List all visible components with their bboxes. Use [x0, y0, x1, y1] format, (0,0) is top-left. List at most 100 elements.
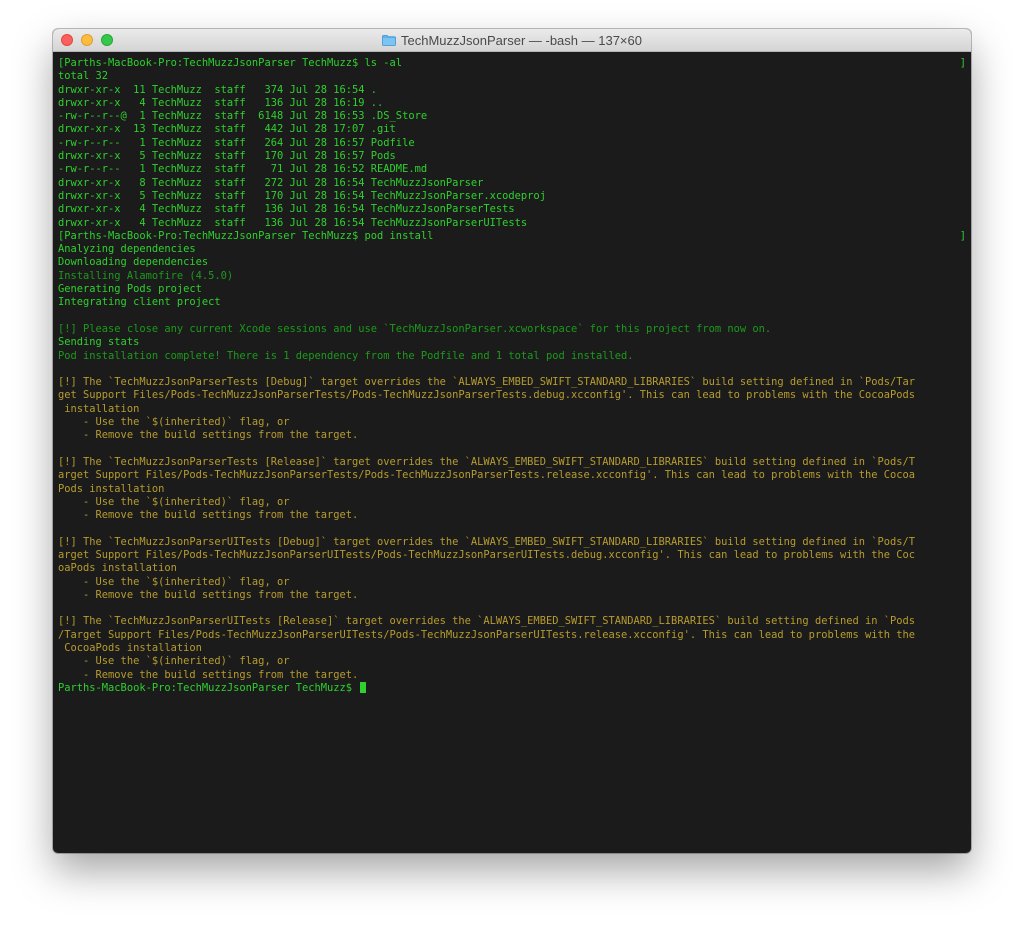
- terminal-line: installation: [58, 403, 966, 416]
- terminal-line-text: drwxr-xr-x 13 TechMuzz staff 442 Jul 28 …: [58, 123, 396, 136]
- terminal-line: Analyzing dependencies: [58, 243, 966, 256]
- terminal-line: [!] The `TechMuzzJsonParserTests [Releas…: [58, 456, 966, 469]
- line-marker: ]: [959, 57, 966, 69]
- terminal-line: drwxr-xr-x 11 TechMuzz staff 374 Jul 28 …: [58, 84, 966, 97]
- terminal-line-text: drwxr-xr-x 5 TechMuzz staff 170 Jul 28 1…: [58, 150, 396, 163]
- terminal-line-text: installation: [58, 402, 140, 415]
- terminal-line-text: [!] The `TechMuzzJsonParserUITests [Debu…: [58, 535, 916, 548]
- terminal-line: Parths-MacBook-Pro:TechMuzzJsonParser Te…: [58, 681, 966, 695]
- terminal-line-text: - Remove the build settings from the tar…: [58, 509, 359, 522]
- terminal-line: [!] Please close any current Xcode sessi…: [58, 323, 966, 336]
- terminal-line-text: -rw-r--r-- 1 TechMuzz staff 71 Jul 28 16…: [58, 163, 428, 176]
- terminal-line-text: drwxr-xr-x 4 TechMuzz staff 136 Jul 28 1…: [58, 216, 528, 229]
- terminal-line-text: oaPods installation: [58, 562, 177, 575]
- terminal-line: get Support Files/Pods-TechMuzzJsonParse…: [58, 389, 966, 402]
- terminal-line-text: - Use the `$(inherited)` flag, or: [58, 495, 290, 508]
- terminal-line: drwxr-xr-x 4 TechMuzz staff 136 Jul 28 1…: [58, 217, 966, 230]
- terminal-line-text: - Use the `$(inherited)` flag, or: [58, 575, 290, 588]
- terminal-line: -rw-r--r--@ 1 TechMuzz staff 6148 Jul 28…: [58, 110, 966, 123]
- terminal-line: Pod installation complete! There is 1 de…: [58, 350, 966, 363]
- terminal-line: [!] The `TechMuzzJsonParserTests [Debug]…: [58, 376, 966, 389]
- terminal-line: /Target Support Files/Pods-TechMuzzJsonP…: [58, 629, 966, 642]
- terminal-line: total 32: [58, 70, 966, 83]
- terminal-line-text: Parths-MacBook-Pro:TechMuzzJsonParser Te…: [58, 681, 359, 694]
- terminal-line: -rw-r--r-- 1 TechMuzz staff 71 Jul 28 16…: [58, 163, 966, 176]
- terminal-line: - Remove the build settings from the tar…: [58, 429, 966, 442]
- terminal-line-text: Analyzing dependencies: [58, 243, 196, 256]
- terminal-line: [!] The `TechMuzzJsonParserUITests [Debu…: [58, 536, 966, 549]
- terminal-line-text: - Remove the build settings from the tar…: [58, 588, 359, 601]
- terminal-line-text: Pod installation complete! There is 1 de…: [58, 349, 634, 362]
- terminal-line-text: drwxr-xr-x 11 TechMuzz staff 374 Jul 28 …: [58, 83, 378, 96]
- terminal-line: -rw-r--r-- 1 TechMuzz staff 264 Jul 28 1…: [58, 137, 966, 150]
- terminal-line: arget Support Files/Pods-TechMuzzJsonPar…: [58, 549, 966, 562]
- terminal-line-text: - Remove the build settings from the tar…: [58, 429, 359, 442]
- terminal-line: - Remove the build settings from the tar…: [58, 669, 966, 682]
- terminal-line: Installing Alamofire (4.5.0): [58, 270, 966, 283]
- terminal-line: drwxr-xr-x 5 TechMuzz staff 170 Jul 28 1…: [58, 150, 966, 163]
- terminal-line: arget Support Files/Pods-TechMuzzJsonPar…: [58, 469, 966, 482]
- terminal-line: drwxr-xr-x 8 TechMuzz staff 272 Jul 28 1…: [58, 177, 966, 190]
- terminal-line-text: -rw-r--r--@ 1 TechMuzz staff 6148 Jul 28…: [58, 110, 428, 123]
- terminal-line: - Remove the build settings from the tar…: [58, 509, 966, 522]
- terminal-line-text: drwxr-xr-x 4 TechMuzz staff 136 Jul 28 1…: [58, 203, 515, 216]
- terminal-line-text: drwxr-xr-x 5 TechMuzz staff 170 Jul 28 1…: [58, 189, 546, 202]
- terminal-line: drwxr-xr-x 13 TechMuzz staff 442 Jul 28 …: [58, 123, 966, 136]
- terminal-line: CocoaPods installation: [58, 642, 966, 655]
- terminal-line-text: Integrating client project: [58, 296, 221, 309]
- terminal-line: drwxr-xr-x 4 TechMuzz staff 136 Jul 28 1…: [58, 203, 966, 216]
- title-bar[interactable]: TechMuzzJsonParser — -bash — 137×60: [53, 29, 971, 52]
- line-marker: ]: [959, 229, 966, 242]
- terminal-line-text: arget Support Files/Pods-TechMuzzJsonPar…: [58, 469, 916, 482]
- terminal-line-text: drwxr-xr-x 8 TechMuzz staff 272 Jul 28 1…: [58, 176, 484, 189]
- terminal-line-text: [!] The `TechMuzzJsonParserUITests [Rele…: [58, 615, 916, 628]
- terminal-line: Pods installation: [58, 483, 966, 496]
- terminal-line-text: get Support Files/Pods-TechMuzzJsonParse…: [58, 389, 916, 402]
- terminal-line: - Use the `$(inherited)` flag, or: [58, 576, 966, 589]
- terminal-line-text: - Remove the build settings from the tar…: [58, 668, 359, 681]
- terminal-line-text: Installing Alamofire (4.5.0): [58, 269, 234, 282]
- terminal-line: [Parths-MacBook-Pro:TechMuzzJsonParser T…: [58, 230, 966, 243]
- terminal-line-text: CocoaPods installation: [58, 642, 202, 655]
- terminal-line-text: total 32: [58, 70, 109, 83]
- terminal-line: - Use the `$(inherited)` flag, or: [58, 655, 966, 668]
- folder-icon: [382, 34, 396, 46]
- terminal-line-text: [!] The `TechMuzzJsonParserTests [Debug]…: [58, 376, 916, 389]
- terminal-line: Generating Pods project: [58, 283, 966, 296]
- terminal-line: [!] The `TechMuzzJsonParserUITests [Rele…: [58, 615, 966, 628]
- terminal-line-text: Generating Pods project: [58, 283, 202, 296]
- terminal-line: - Use the `$(inherited)` flag, or: [58, 416, 966, 429]
- terminal-line-text: -rw-r--r-- 1 TechMuzz staff 264 Jul 28 1…: [58, 136, 415, 149]
- terminal-output[interactable]: [Parths-MacBook-Pro:TechMuzzJsonParser T…: [53, 52, 971, 853]
- terminal-line-text: [Parths-MacBook-Pro:TechMuzzJsonParser T…: [58, 229, 434, 242]
- terminal-line-text: [!] Please close any current Xcode sessi…: [58, 322, 772, 335]
- terminal-line: drwxr-xr-x 4 TechMuzz staff 136 Jul 28 1…: [58, 97, 966, 110]
- terminal-line-text: Pods installation: [58, 482, 165, 495]
- terminal-line: Downloading dependencies: [58, 256, 966, 269]
- terminal-line-text: drwxr-xr-x 4 TechMuzz staff 136 Jul 28 1…: [58, 96, 384, 109]
- terminal-line: oaPods installation: [58, 562, 966, 575]
- terminal-line-text: Sending stats: [58, 336, 140, 349]
- terminal-line-text: /Target Support Files/Pods-TechMuzzJsonP…: [58, 628, 916, 641]
- window-title: TechMuzzJsonParser — -bash — 137×60: [53, 29, 971, 51]
- terminal-line: - Use the `$(inherited)` flag, or: [58, 496, 966, 509]
- terminal-window: TechMuzzJsonParser — -bash — 137×60 [Par…: [53, 29, 971, 853]
- terminal-line: Sending stats: [58, 336, 966, 349]
- terminal-line-text: [Parths-MacBook-Pro:TechMuzzJsonParser T…: [58, 57, 403, 69]
- terminal-line: - Remove the build settings from the tar…: [58, 589, 966, 602]
- terminal-line-text: - Use the `$(inherited)` flag, or: [58, 655, 290, 668]
- terminal-line: Integrating client project: [58, 296, 966, 309]
- terminal-line: drwxr-xr-x 5 TechMuzz staff 170 Jul 28 1…: [58, 190, 966, 203]
- text-cursor: [360, 681, 367, 693]
- terminal-line-text: [!] The `TechMuzzJsonParserTests [Releas…: [58, 455, 916, 468]
- terminal-line-text: Downloading dependencies: [58, 256, 209, 269]
- terminal-line-text: arget Support Files/Pods-TechMuzzJsonPar…: [58, 548, 916, 561]
- window-title-text: TechMuzzJsonParser — -bash — 137×60: [401, 32, 642, 48]
- terminal-line: [Parths-MacBook-Pro:TechMuzzJsonParser T…: [58, 57, 966, 70]
- terminal-line-text: - Use the `$(inherited)` flag, or: [58, 416, 290, 429]
